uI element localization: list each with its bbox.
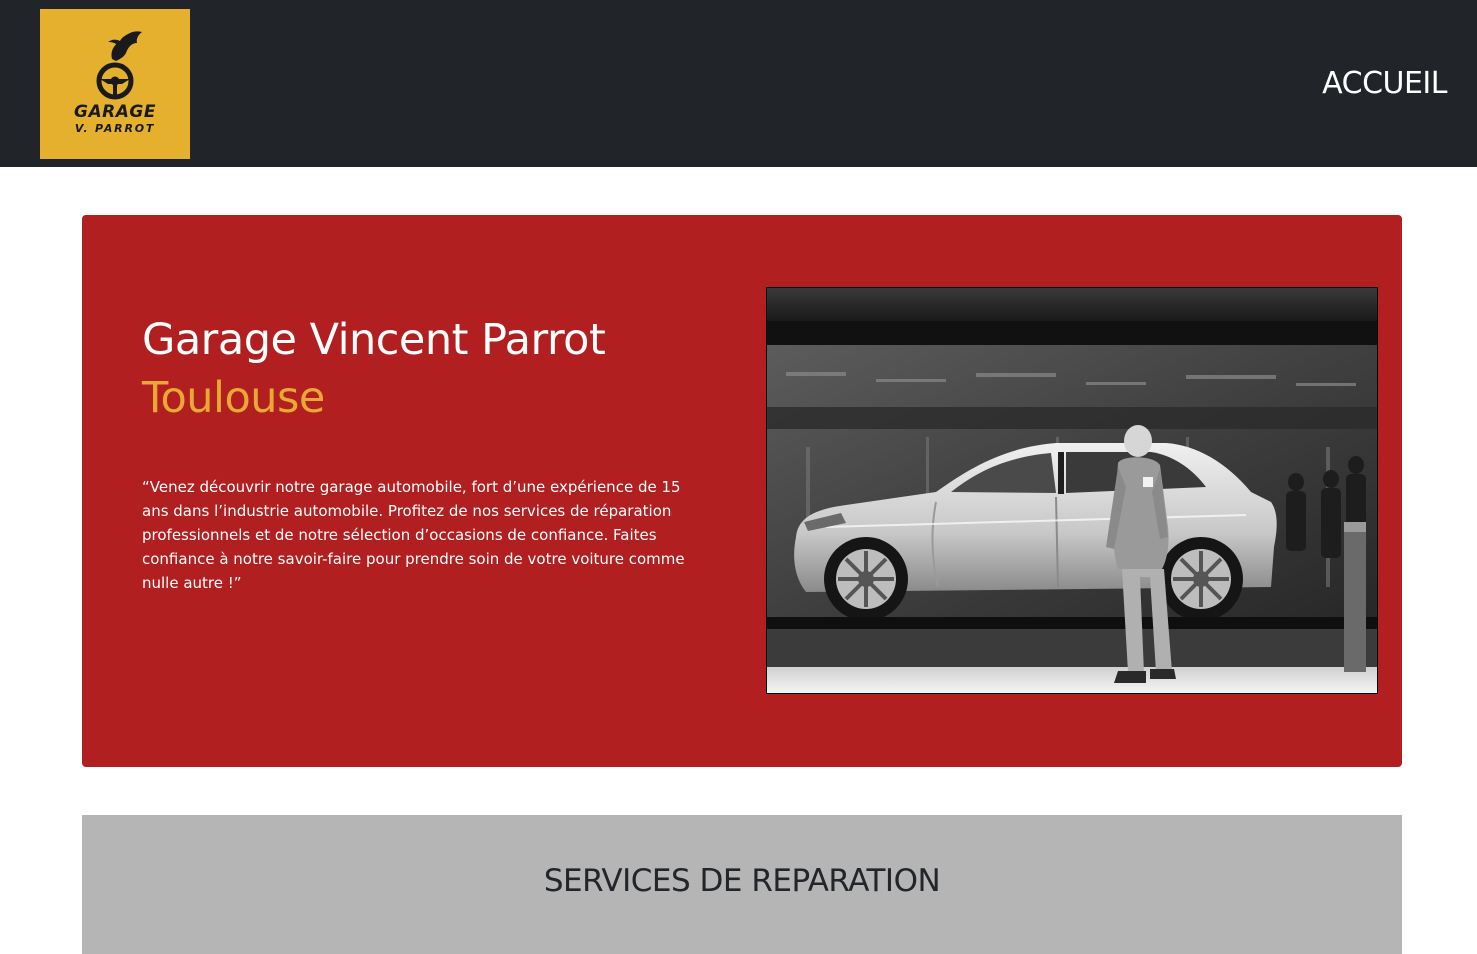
eagle-steering-wheel-icon xyxy=(96,31,142,100)
navbar: GARAGE V. PARROT ACCUEIL xyxy=(0,0,1477,167)
hero-title-city: Toulouse xyxy=(142,373,325,423)
hero-title: Garage Vincent Parrot Toulouse xyxy=(142,311,606,427)
hero-section: Garage Vincent Parrot Toulouse “Venez dé… xyxy=(82,215,1402,767)
hero-description: “Venez découvrir notre garage automobile… xyxy=(142,478,685,592)
hero-title-name: Garage Vincent Parrot xyxy=(142,315,606,365)
logo[interactable]: GARAGE V. PARROT xyxy=(40,9,190,159)
logo-subtitle: V. PARROT xyxy=(74,122,156,135)
nav-home-link[interactable]: ACCUEIL xyxy=(1322,66,1447,101)
car-showroom-photo xyxy=(766,287,1378,694)
services-section: SERVICES DE REPARATION xyxy=(82,815,1402,954)
services-title: SERVICES DE REPARATION xyxy=(543,863,941,899)
logo-title: GARAGE xyxy=(74,102,156,122)
